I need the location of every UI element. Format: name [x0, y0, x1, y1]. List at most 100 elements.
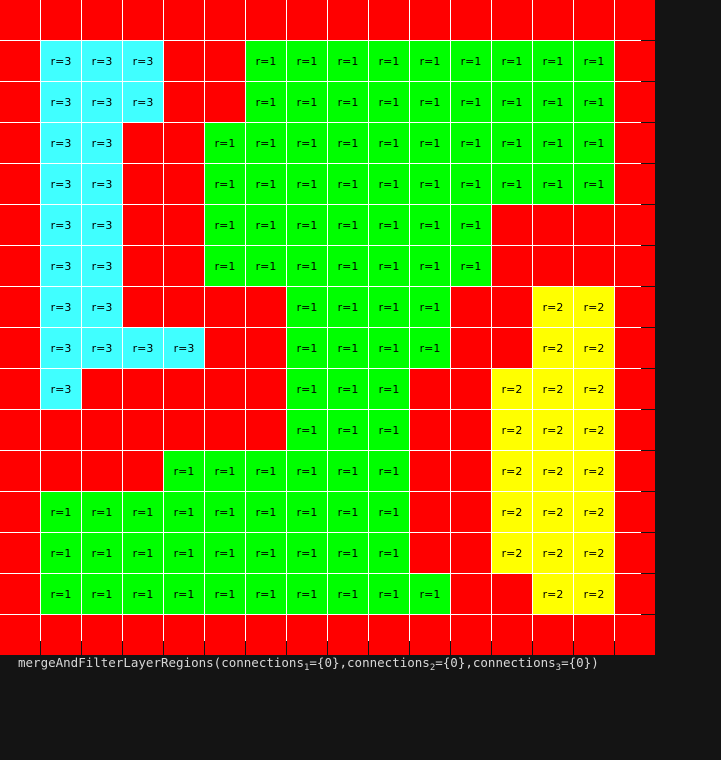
grid-cell: r=1 [492, 164, 532, 204]
grid-cell: r=2 [533, 533, 573, 573]
grid-cell [205, 615, 245, 655]
grid-cell [410, 492, 450, 532]
grid-cell: r=1 [492, 41, 532, 81]
grid-cell [0, 574, 40, 614]
grid-cell [533, 246, 573, 286]
grid-cell [164, 410, 204, 450]
grid-cell: r=1 [410, 82, 450, 122]
grid-cell: r=1 [287, 205, 327, 245]
grid-cell: r=1 [123, 492, 163, 532]
grid-cell: r=1 [287, 287, 327, 327]
grid-cell [492, 574, 532, 614]
grid-cell [123, 205, 163, 245]
grid-cell: r=1 [164, 574, 204, 614]
grid-cell [451, 328, 491, 368]
grid-cell [492, 328, 532, 368]
grid-cell: r=1 [246, 533, 286, 573]
grid-cell: r=3 [82, 164, 122, 204]
grid-cell: r=1 [410, 41, 450, 81]
grid-cell: r=2 [492, 533, 532, 573]
grid-cell [0, 246, 40, 286]
grid-cell [492, 246, 532, 286]
grid-cell: r=2 [533, 410, 573, 450]
grid-cell: r=1 [369, 328, 409, 368]
grid-cell: r=1 [369, 164, 409, 204]
grid-cell [82, 615, 122, 655]
grid-cell: r=3 [41, 328, 81, 368]
grid-cell [287, 0, 327, 40]
grid-cell: r=1 [369, 205, 409, 245]
grid-cell: r=3 [41, 246, 81, 286]
grid-cell: r=1 [410, 287, 450, 327]
grid-cell: r=1 [369, 574, 409, 614]
grid-cell: r=1 [410, 205, 450, 245]
grid-cell [615, 492, 655, 532]
grid-cell [533, 615, 573, 655]
grid-cell [615, 533, 655, 573]
grid-cell [615, 82, 655, 122]
grid-cell: r=1 [451, 246, 491, 286]
grid-cell [0, 41, 40, 81]
grid-cell [451, 574, 491, 614]
grid-cell [246, 410, 286, 450]
grid-cell: r=1 [574, 82, 614, 122]
grid-cell [492, 287, 532, 327]
grid-cell [246, 287, 286, 327]
grid-cell: r=3 [41, 287, 81, 327]
grid-cell: r=2 [533, 451, 573, 491]
grid-cell: r=1 [246, 492, 286, 532]
grid-cell [41, 615, 81, 655]
grid-cell [492, 205, 532, 245]
grid-cell: r=2 [533, 287, 573, 327]
grid-cell [164, 0, 204, 40]
grid-cell [205, 82, 245, 122]
grid-cell [205, 369, 245, 409]
caption-mid-1: ={0},connections [309, 655, 430, 670]
grid-cell: r=1 [451, 82, 491, 122]
grid-cell: r=2 [574, 451, 614, 491]
grid-cell: r=2 [533, 328, 573, 368]
grid-cell: r=1 [492, 123, 532, 163]
grid-cell [533, 0, 573, 40]
grid-cell: r=1 [328, 41, 368, 81]
grid-cell: r=2 [533, 574, 573, 614]
grid-cell: r=1 [205, 574, 245, 614]
grid-cell: r=3 [123, 328, 163, 368]
grid-cell [0, 123, 40, 163]
grid-cell: r=1 [287, 41, 327, 81]
grid-cell: r=1 [246, 205, 286, 245]
grid-cell [410, 615, 450, 655]
grid-cell [164, 615, 204, 655]
grid-cell: r=3 [164, 328, 204, 368]
grid-cell: r=1 [287, 574, 327, 614]
grid-cell: r=1 [369, 82, 409, 122]
grid-cell: r=1 [328, 533, 368, 573]
grid-cell: r=1 [328, 328, 368, 368]
grid-cell [123, 0, 163, 40]
grid-cell [0, 328, 40, 368]
grid-cell: r=1 [533, 41, 573, 81]
grid-cell [246, 369, 286, 409]
grid-cell: r=1 [328, 369, 368, 409]
grid-cell [615, 615, 655, 655]
grid-cell [205, 0, 245, 40]
grid-cell: r=1 [369, 410, 409, 450]
grid-cell: r=3 [41, 164, 81, 204]
grid-cell: r=1 [410, 246, 450, 286]
grid-cell [451, 533, 491, 573]
grid-cell: r=1 [451, 41, 491, 81]
grid-cell: r=1 [369, 492, 409, 532]
grid-cell [492, 615, 532, 655]
region-grid: r=3 r=3 r=3 r=1 r=1 r=1 r=1 r=1 r=1 r=1 r=1 r=1 r=3 r… [0, 0, 655, 655]
grid-cell [0, 369, 40, 409]
grid-cell [451, 0, 491, 40]
grid-cell [0, 410, 40, 450]
grid-cell: r=1 [328, 82, 368, 122]
grid-cell: r=1 [328, 410, 368, 450]
grid-cell: r=1 [205, 205, 245, 245]
grid-cell [123, 123, 163, 163]
grid-cell [0, 451, 40, 491]
grid-cell: r=3 [41, 205, 81, 245]
grid-cell: r=1 [205, 164, 245, 204]
grid-cell [451, 369, 491, 409]
